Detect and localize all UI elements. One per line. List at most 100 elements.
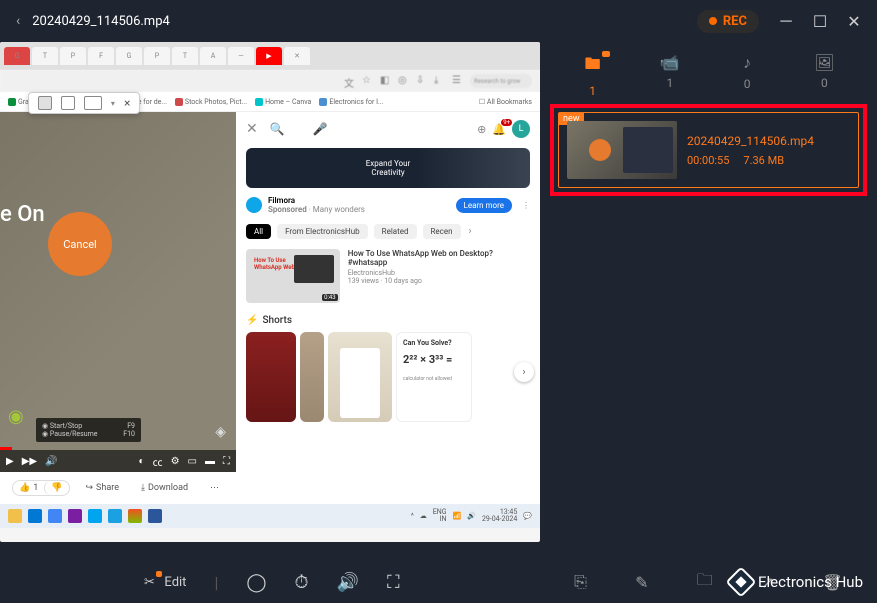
- taskbar-icon[interactable]: [148, 509, 162, 523]
- tab-images[interactable]: 🖼 0: [789, 53, 859, 98]
- browser-tab[interactable]: —: [228, 47, 254, 65]
- autoplay-toggle[interactable]: ◐: [139, 456, 145, 467]
- notifications-icon[interactable]: 🔔: [492, 123, 506, 136]
- speed-icon[interactable]: ⏱: [295, 572, 309, 593]
- video-suggestion[interactable]: How To Use WhatsApp Web 0:43 How To Use …: [246, 249, 530, 303]
- tab-videos[interactable]: 🖿 1: [558, 53, 628, 98]
- cancel-button[interactable]: Cancel: [48, 212, 112, 276]
- more-icon[interactable]: ⋮: [522, 201, 530, 210]
- recorder-floatbar[interactable]: ▾ ×: [28, 92, 140, 114]
- floatbar-close-icon[interactable]: ×: [124, 96, 130, 110]
- chip-recent[interactable]: Recen: [423, 224, 461, 239]
- tray-icon[interactable]: 📶: [453, 512, 462, 520]
- short-thumbnail[interactable]: [328, 332, 392, 422]
- taskbar-icon[interactable]: [88, 509, 102, 523]
- tab-audio[interactable]: ♪ 0: [712, 53, 782, 98]
- fullscreen-icon[interactable]: ⛶: [223, 456, 230, 467]
- tray-icon[interactable]: ^: [411, 512, 414, 520]
- star-icon[interactable]: ☆: [362, 75, 374, 87]
- browser-tab[interactable]: T: [32, 47, 58, 65]
- chip-from-channel[interactable]: From ElectronicsHub: [277, 224, 368, 239]
- tray-icon[interactable]: 💬: [523, 512, 532, 520]
- next-icon[interactable]: ▶▶: [22, 456, 37, 467]
- video-player[interactable]: e On Cancel ◉ ◉ Start/StopF9 ◉ Pause/Res…: [0, 112, 236, 472]
- extension-icon[interactable]: ◧: [380, 75, 392, 87]
- android-icon: ◉: [8, 406, 24, 427]
- taskbar-icon[interactable]: [8, 509, 22, 523]
- edit-pencil-icon[interactable]: ✎: [635, 573, 648, 592]
- chip-related[interactable]: Related: [374, 224, 417, 239]
- taskbar-icon[interactable]: [48, 509, 62, 523]
- minimize-icon[interactable]: ─: [779, 14, 793, 28]
- tray-icon[interactable]: 🔊: [467, 512, 476, 520]
- short-thumbnail[interactable]: Can You Solve? 2²² × 3³³ = calculator no…: [396, 332, 472, 422]
- volume-icon[interactable]: 🔊: [45, 456, 57, 467]
- bookmark-item[interactable]: Home – Canva: [255, 98, 311, 106]
- browser-tab[interactable]: P: [144, 47, 170, 65]
- recording-item[interactable]: new 20240429_114506.mp4 00:00:55 7.36 MB: [558, 112, 859, 188]
- download-button[interactable]: ⤓ Download: [135, 481, 194, 495]
- captions-icon[interactable]: ㏄: [153, 454, 163, 469]
- more-actions-button[interactable]: ⋯: [204, 481, 225, 495]
- browser-tab[interactable]: ▶: [256, 47, 282, 65]
- taskbar-icon[interactable]: [108, 509, 122, 523]
- taskbar-icon[interactable]: [28, 509, 42, 523]
- tab-camera[interactable]: 📹 1: [635, 53, 705, 98]
- extension-icon[interactable]: ⇩: [416, 75, 428, 87]
- chevron-right-icon[interactable]: ›: [469, 226, 472, 237]
- translate-icon[interactable]: 文: [344, 75, 356, 87]
- download-icon[interactable]: ⤓: [434, 75, 446, 87]
- record-button[interactable]: REC: [697, 10, 759, 33]
- capture-screen-icon[interactable]: [38, 96, 52, 110]
- short-thumbnail[interactable]: [300, 332, 324, 422]
- menu-icon[interactable]: ☰: [452, 75, 464, 87]
- miniplayer-icon[interactable]: ▭: [188, 456, 197, 467]
- short-thumbnail[interactable]: [246, 332, 296, 422]
- like-button[interactable]: 👍 1: [13, 481, 44, 495]
- taskbar-icon[interactable]: [128, 509, 142, 523]
- extension-icon[interactable]: ◎: [398, 75, 410, 87]
- bookmark-item[interactable]: Electronics for I...: [319, 98, 383, 106]
- browser-tab[interactable]: P: [60, 47, 86, 65]
- clear-icon[interactable]: ✕: [246, 121, 258, 137]
- fullscreen-icon[interactable]: ⛶: [387, 572, 400, 593]
- capture-window-icon[interactable]: [61, 96, 75, 110]
- dislike-button[interactable]: 👎: [44, 481, 68, 495]
- browser-tab[interactable]: G: [116, 47, 142, 65]
- shorts-next-icon[interactable]: ›: [514, 362, 534, 382]
- browser-tab[interactable]: G: [4, 47, 30, 65]
- promo-banner[interactable]: Expand Your Creativity: [246, 148, 530, 188]
- browser-tab[interactable]: F: [88, 47, 114, 65]
- camera-icon: 📹: [660, 53, 680, 72]
- learn-more-button[interactable]: Learn more: [456, 198, 512, 213]
- chip-all[interactable]: All: [246, 224, 271, 239]
- maximize-icon[interactable]: ☐: [813, 14, 827, 28]
- all-bookmarks-link[interactable]: ☐ All Bookmarks: [479, 98, 532, 106]
- search-icon[interactable]: 🔍: [270, 122, 285, 136]
- edit-button[interactable]: ✂ Edit: [140, 573, 186, 591]
- play-icon[interactable]: ▶: [6, 456, 14, 467]
- browser-tab[interactable]: ✕: [284, 47, 310, 65]
- capture-region-icon[interactable]: [84, 96, 102, 110]
- taskbar-icon[interactable]: [68, 509, 82, 523]
- user-avatar[interactable]: L: [512, 120, 530, 138]
- clock[interactable]: 13:45 29-04-2024: [482, 509, 517, 523]
- theater-icon[interactable]: ▬: [205, 456, 215, 467]
- share-button[interactable]: ↪ Share: [80, 481, 125, 495]
- chevron-down-icon[interactable]: ▾: [111, 99, 115, 108]
- mic-icon[interactable]: 🎤: [313, 122, 328, 136]
- folder-open-icon[interactable]: 🗀: [697, 569, 713, 596]
- back-icon[interactable]: ‹: [16, 13, 20, 29]
- tray-icon[interactable]: ☁: [420, 512, 427, 520]
- export-icon[interactable]: ⎘: [574, 572, 587, 592]
- extension-search[interactable]: Research to grow: [470, 74, 532, 88]
- create-icon[interactable]: ⊕: [477, 123, 486, 136]
- settings-icon[interactable]: ⚙: [171, 456, 180, 467]
- browser-tab[interactable]: A: [200, 47, 226, 65]
- bookmark-item[interactable]: Stock Photos, Pict...: [175, 98, 247, 106]
- screenshot-icon[interactable]: ◯: [246, 572, 266, 593]
- browser-tab[interactable]: T: [172, 47, 198, 65]
- language-indicator[interactable]: ENG IN: [433, 509, 447, 523]
- close-icon[interactable]: ✕: [847, 14, 861, 28]
- volume-icon[interactable]: 🔊: [337, 572, 359, 593]
